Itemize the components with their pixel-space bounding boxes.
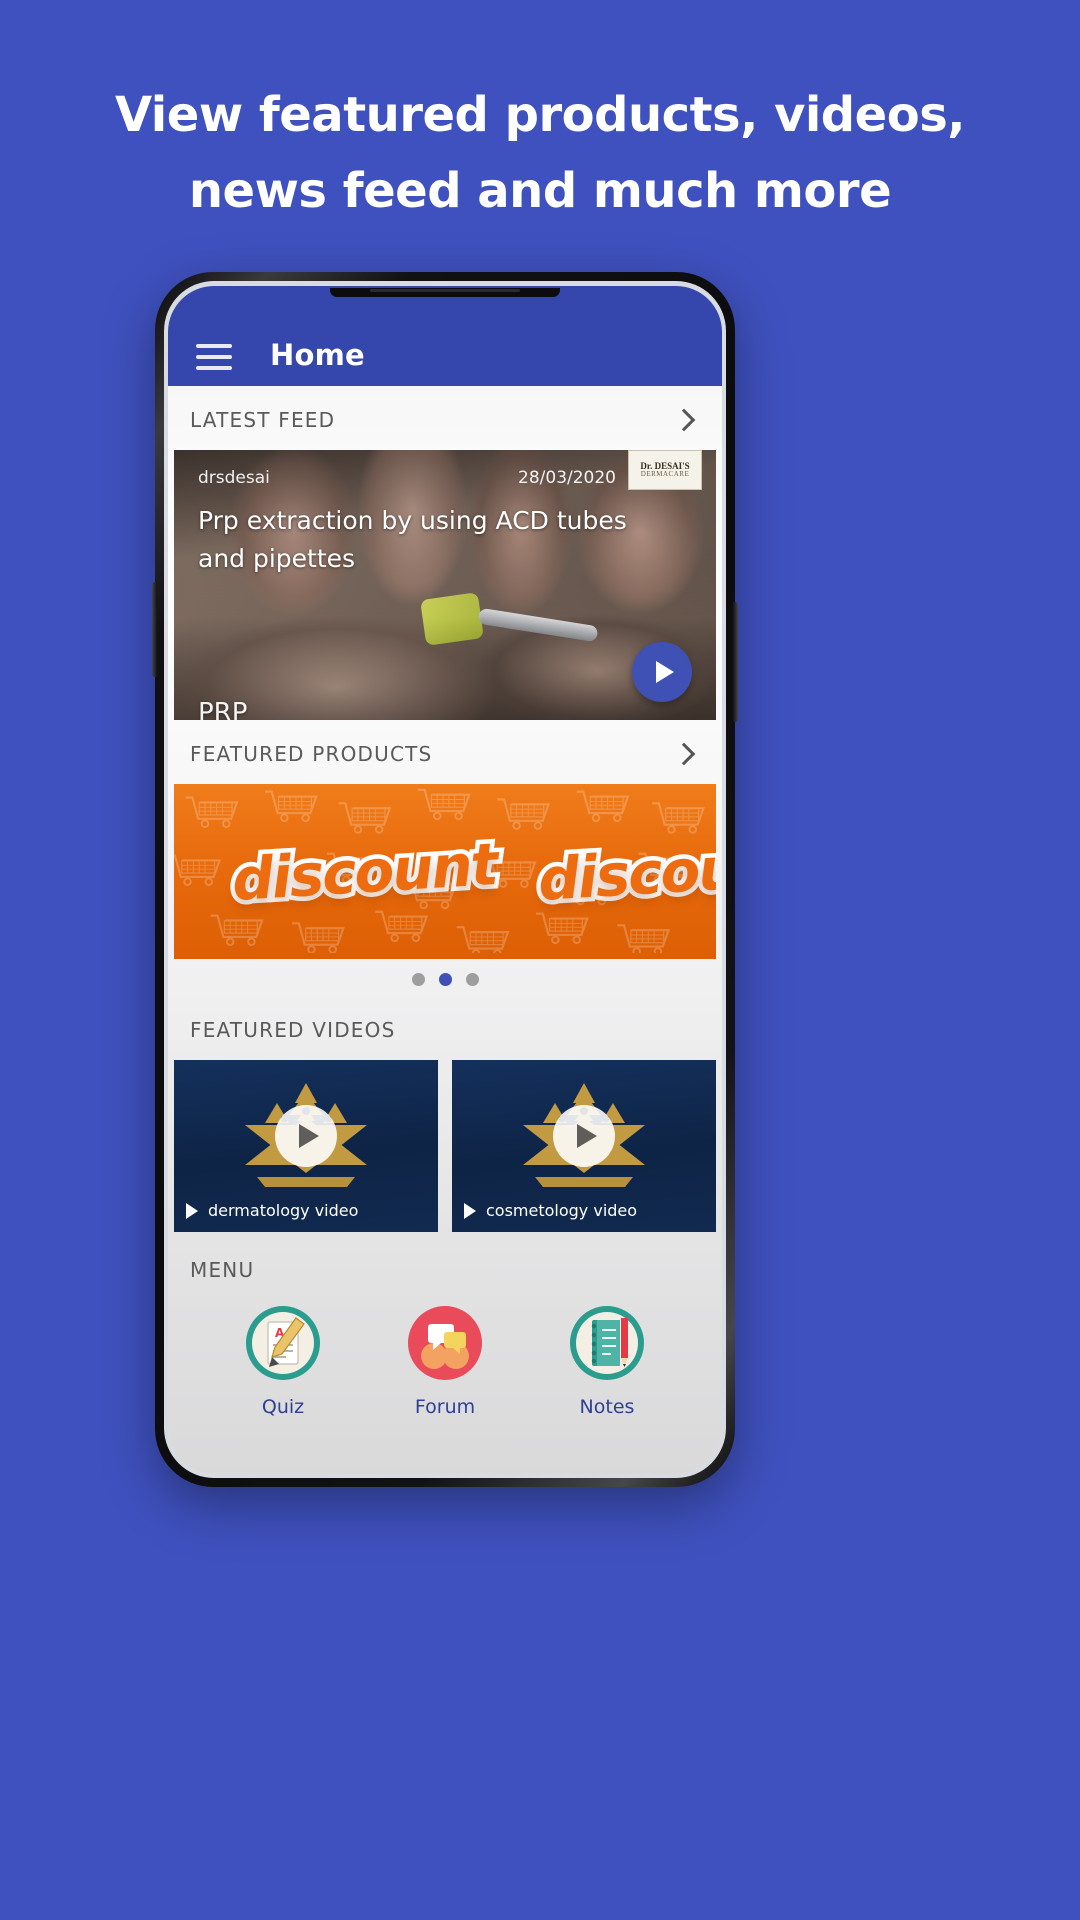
menu-grid: A+ Quiz (168, 1294, 722, 1418)
feed-meta-row: drsdesai 28/03/2020 Dr. DESAI'S DERMACAR… (198, 450, 702, 490)
featured-video-label-2: cosmetology video (486, 1201, 638, 1220)
featured-video-footer-2: cosmetology video (464, 1201, 637, 1220)
menu-header: MENU (168, 1232, 722, 1294)
quiz-document-icon: A+ (244, 1304, 322, 1382)
feed-username: drsdesai (198, 468, 270, 488)
promo-headline: View featured products, videos, news fee… (0, 78, 1080, 230)
menu-title: MENU (190, 1258, 255, 1282)
latest-feed-card[interactable]: drsdesai 28/03/2020 Dr. DESAI'S DERMACAR… (174, 450, 716, 720)
phone-mockup: Home LATEST FEED drsdesai 28/03/2020 Dr.… (152, 272, 738, 1487)
menu-label-forum: Forum (414, 1396, 476, 1418)
volume-button[interactable] (152, 582, 157, 677)
latest-feed-title: LATEST FEED (190, 408, 336, 432)
discount-word-1: discount (226, 825, 503, 918)
hamburger-menu-icon[interactable] (196, 344, 232, 370)
featured-video-card-1[interactable]: dermatology video (174, 1060, 438, 1232)
feed-next-post-preview: PRP (198, 698, 248, 720)
chevron-right-icon[interactable] (672, 408, 696, 432)
headline-line-1: View featured products, videos, (115, 87, 966, 143)
featured-video-card-2[interactable]: cosmetology video (452, 1060, 716, 1232)
page-title: Home (270, 338, 365, 372)
forum-chat-icon (406, 1304, 484, 1382)
brand-logo-badge: Dr. DESAI'S DERMACARE (628, 450, 702, 490)
home-scroll-content[interactable]: LATEST FEED drsdesai 28/03/2020 Dr. DESA… (168, 386, 722, 1474)
app-bar: Home (168, 286, 722, 386)
promo-screenshot: View featured products, videos, news fee… (0, 0, 1080, 1920)
featured-products-banner[interactable]: discount discount (174, 784, 716, 959)
power-button[interactable] (733, 602, 738, 722)
earpiece-speaker-icon (370, 289, 520, 292)
featured-videos-header: FEATURED VIDEOS (168, 996, 722, 1060)
banner-text-group: discount discount (174, 784, 716, 959)
latest-feed-header: LATEST FEED (168, 386, 722, 450)
play-icon[interactable] (553, 1104, 615, 1167)
headline-line-2: news feed and much more (188, 162, 892, 219)
menu-label-quiz: Quiz (261, 1396, 305, 1418)
featured-video-label-1: dermatology video (208, 1201, 359, 1220)
phone-screen: Home LATEST FEED drsdesai 28/03/2020 Dr.… (168, 286, 722, 1474)
feed-post-title: Prp extraction by using ACD tubes and pi… (198, 506, 627, 573)
play-icon[interactable] (186, 1202, 198, 1219)
notes-notebook-icon (568, 1304, 646, 1382)
carousel-dot-2[interactable] (438, 973, 452, 986)
featured-products-header: FEATURED PRODUCTS (168, 720, 722, 784)
feed-date: 28/03/2020 (518, 468, 616, 488)
play-icon[interactable] (275, 1104, 337, 1167)
menu-label-notes: Notes (579, 1396, 635, 1418)
phone-bezel: Home LATEST FEED drsdesai 28/03/2020 Dr.… (164, 281, 726, 1478)
featured-video-footer-1: dermatology video (186, 1201, 358, 1220)
carousel-pagination (168, 959, 722, 996)
menu-item-notes[interactable]: Notes (526, 1304, 688, 1418)
featured-products-title: FEATURED PRODUCTS (190, 742, 433, 766)
menu-item-forum[interactable]: Forum (364, 1304, 526, 1418)
play-icon[interactable] (464, 1202, 476, 1219)
carousel-dot-3[interactable] (465, 973, 479, 986)
brand-logo-line-2: DERMACARE (640, 470, 690, 479)
featured-videos-title: FEATURED VIDEOS (190, 1018, 396, 1042)
featured-videos-row: dermatology video cosmetology video (174, 1060, 716, 1232)
play-icon[interactable] (632, 642, 692, 702)
chevron-right-icon[interactable] (672, 742, 696, 766)
carousel-dot-1[interactable] (411, 973, 425, 986)
menu-item-quiz[interactable]: A+ Quiz (202, 1304, 364, 1418)
discount-word-2: discount (532, 825, 716, 918)
